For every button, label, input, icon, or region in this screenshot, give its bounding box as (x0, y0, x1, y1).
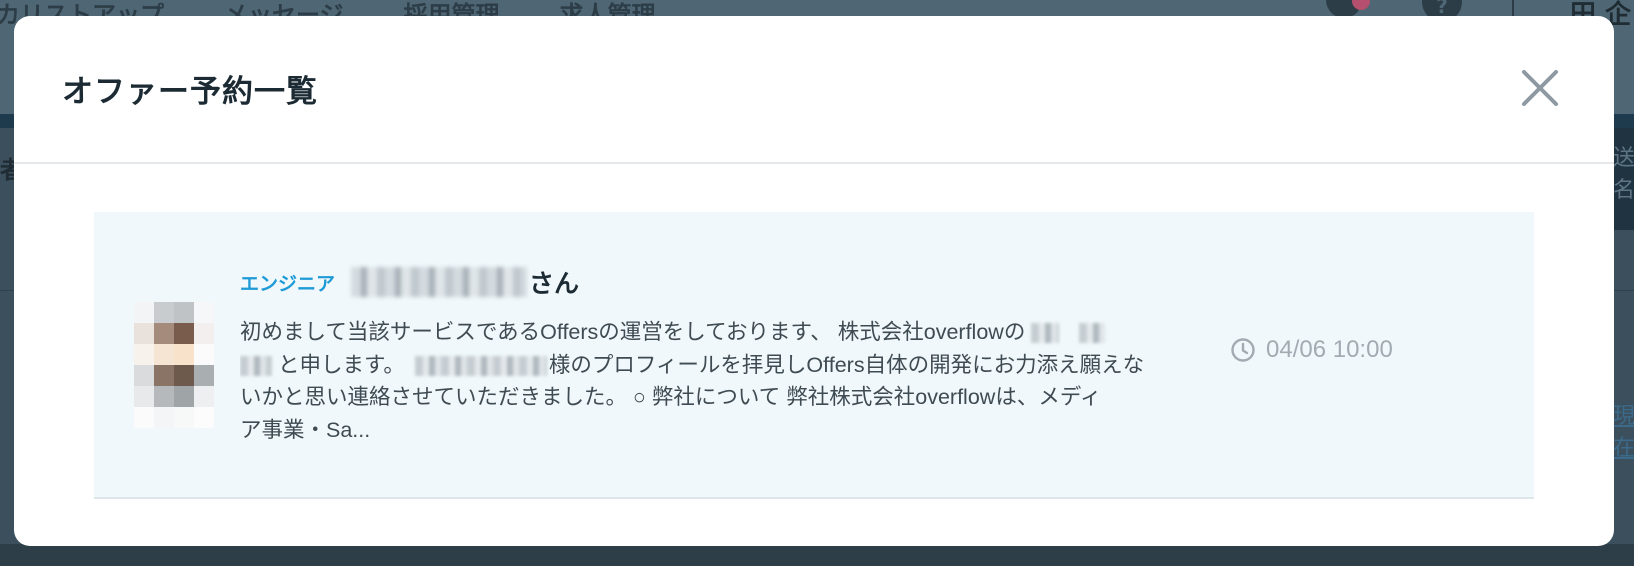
offer-list: エンジニア さん 初めまして当該サービスであるOffersの運営をしております、… (94, 212, 1534, 499)
name-suffix: さん (529, 270, 580, 298)
message-line: ア事業・Sa... (240, 417, 371, 442)
offer-message: 初めまして当該サービスであるOffersの運営をしております、 株式会社over… (240, 316, 1200, 446)
offer-card-head: エンジニア さん (240, 262, 579, 302)
job-tag: エンジニア (240, 273, 336, 295)
redacted-text (1031, 323, 1060, 344)
background-link[interactable]: 現在 (1613, 398, 1634, 462)
message-line: と申します。 様のプロフィールを拝見しOffers自体の開発にお力添え願えな (240, 349, 1200, 382)
scheduled-time-text: 04/06 10:00 (1266, 336, 1393, 363)
close-icon (1522, 70, 1558, 106)
offer-card[interactable]: エンジニア さん 初めまして当該サービスであるOffersの運営をしております、… (94, 212, 1534, 499)
redacted-text (1079, 323, 1106, 344)
modal-header: オファー予約一覧 (14, 16, 1614, 164)
bottom-bar (0, 544, 1634, 566)
message-line: いかと思い連絡させていただきました。 ○ 弊社について 弊社株式会社overfl… (240, 385, 1102, 409)
redacted-text (240, 355, 272, 376)
modal-title: オファー予約一覧 (62, 74, 318, 109)
redacted-text (414, 355, 547, 376)
offer-reservation-modal: オファー予約一覧 エンジニア さん 初めまして当該サービスであるOffersの運… (14, 16, 1614, 546)
message-segment: 様のプロフィールを拝見しOffers自体の開発にお力添え願えな (548, 352, 1145, 377)
message-segment: 初めまして当該サービスであるOffersの運営をしております、 株式会社over… (240, 320, 1026, 344)
clock-icon (1230, 337, 1256, 363)
message-line: 初めまして当該サービスであるOffersの運営をしております、 株式会社over… (240, 316, 1200, 349)
avatar (134, 302, 214, 430)
message-segment: と申します。 (278, 352, 405, 377)
side-right-text: 送 名 (1613, 146, 1634, 203)
candidate-name-redacted (351, 267, 528, 297)
close-button[interactable] (1518, 66, 1562, 110)
scheduled-time: 04/06 10:00 (1230, 336, 1393, 364)
